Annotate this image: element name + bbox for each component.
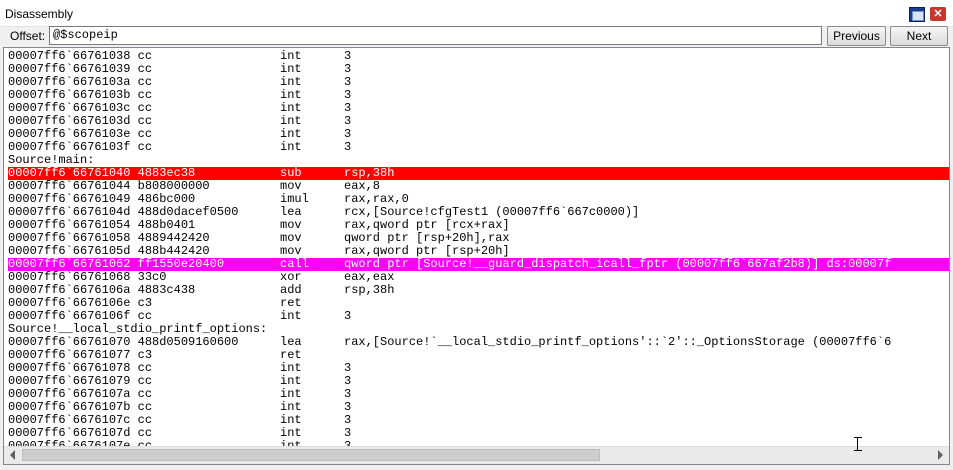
scroll-thumb[interactable] (22, 449, 600, 461)
disassembly-listing: 00007ff6`66761038 cc int 3 00007ff6`6676103… (8, 50, 949, 453)
mnemonic: int (280, 140, 302, 154)
operands: rsp,38h (344, 283, 395, 297)
instruction-line[interactable]: 00007ff6`6676103f cc int 3 (8, 141, 949, 154)
horizontal-scrollbar[interactable] (4, 446, 949, 464)
symbol-label: Source!main: (8, 153, 95, 167)
next-button[interactable]: Next (890, 26, 948, 46)
symbol-label: Source!__local_stdio_printf_options: (8, 322, 268, 336)
text-cursor-icon (854, 437, 862, 451)
offset-toolbar: Offset: @$scopeip Previous Next (0, 26, 953, 47)
offset-input[interactable]: @$scopeip (49, 26, 822, 45)
window-title: Disassembly (5, 7, 74, 21)
operands: 3 (344, 309, 352, 323)
operands: 3 (344, 140, 352, 154)
operands: rax,[Source!`__local_stdio_printf_option… (344, 335, 892, 349)
offset-label: Offset: (10, 29, 46, 43)
disassembly-pane[interactable]: 00007ff6`66761038 cc int 3 00007ff6`6676103… (3, 47, 950, 465)
previous-button[interactable]: Previous (827, 26, 886, 46)
mnemonic: int (280, 309, 302, 323)
close-button[interactable]: ✕ (930, 7, 946, 21)
scroll-right-icon[interactable] (938, 450, 943, 460)
scroll-left-icon[interactable] (10, 450, 15, 460)
window-layout-icon[interactable] (909, 7, 925, 22)
operands: qword ptr [Source!__guard_dispatch_icall… (344, 257, 892, 271)
title-bar: Disassembly ✕ (0, 0, 953, 27)
